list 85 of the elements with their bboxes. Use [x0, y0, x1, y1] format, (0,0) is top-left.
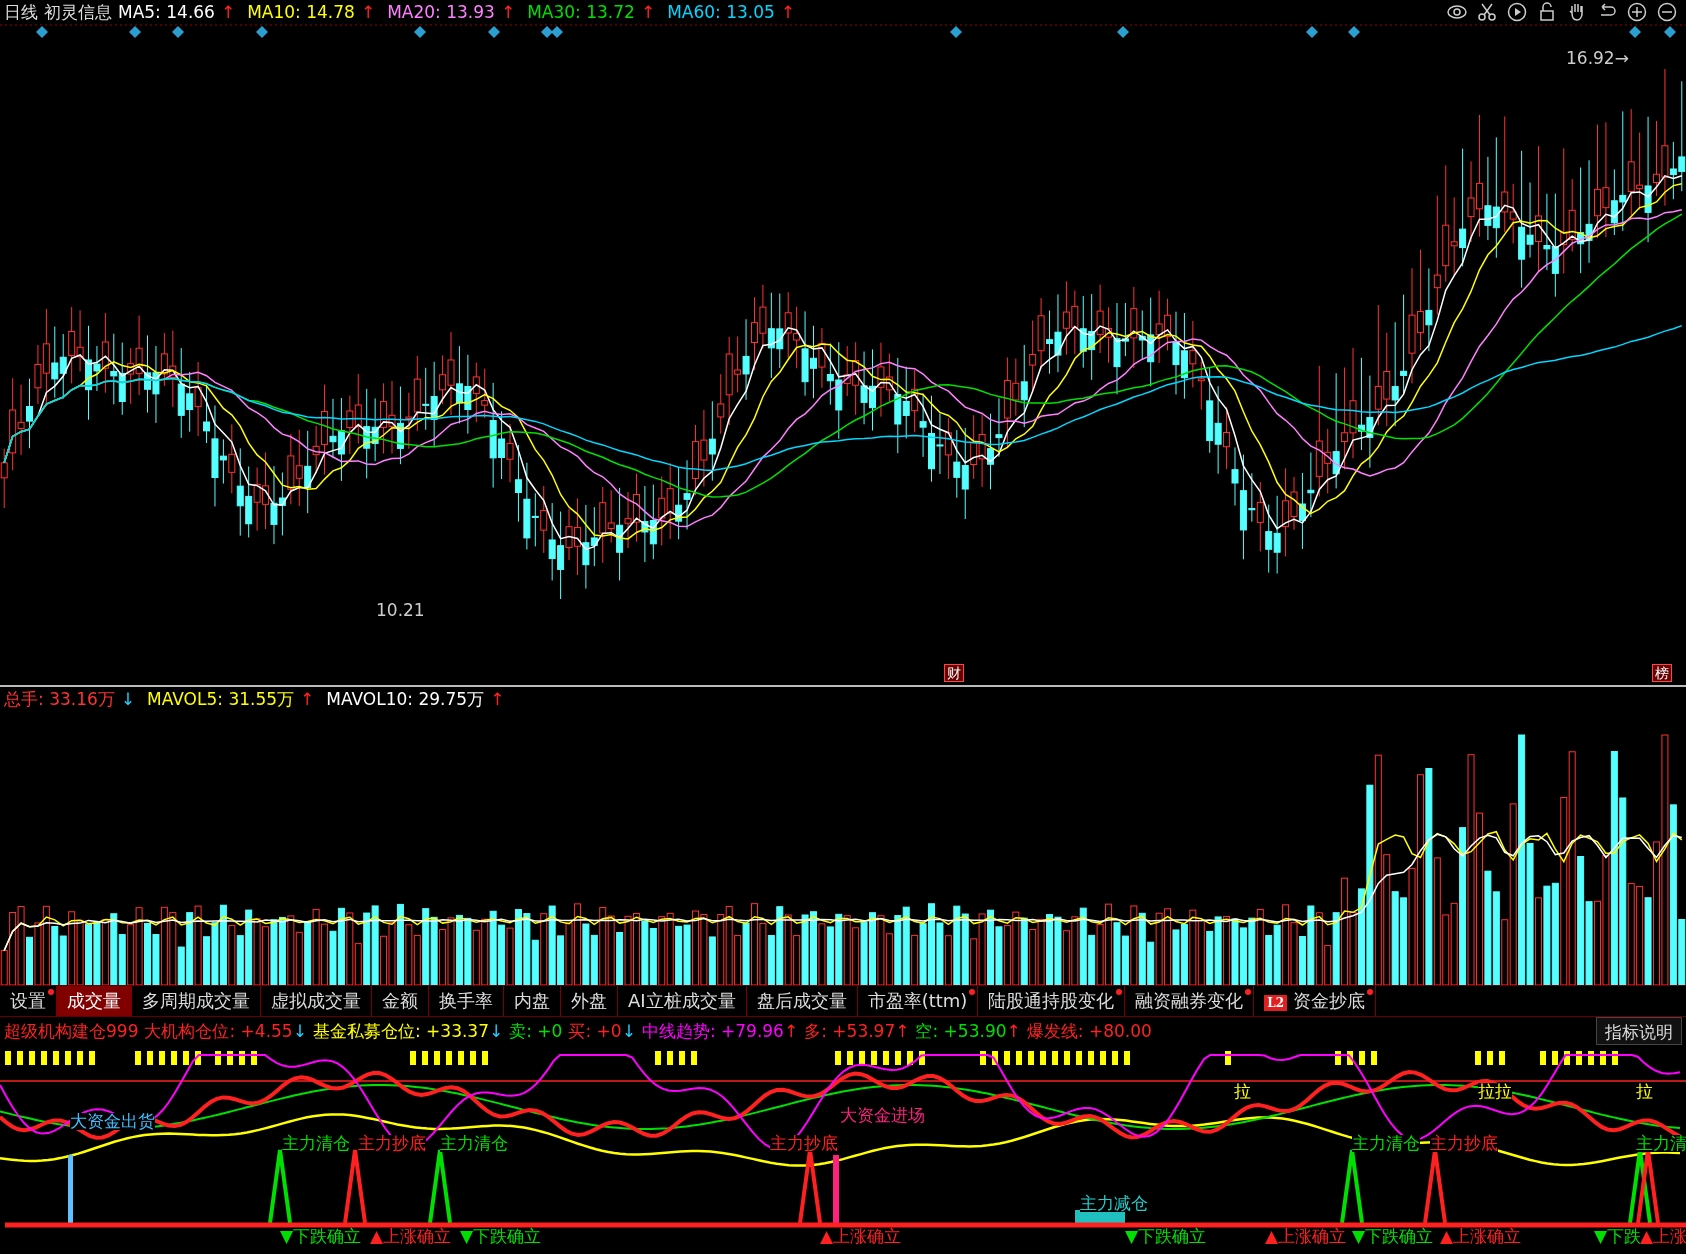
- scissors-icon[interactable]: [1476, 1, 1498, 23]
- signal-label: 主力抄底: [770, 1135, 838, 1152]
- diamond-icon: [541, 26, 553, 38]
- trend-arrow: ↑: [220, 2, 236, 22]
- price-low-label: 10.21: [376, 602, 425, 619]
- diamond-icon: [1629, 26, 1641, 38]
- trend-label: ▼下跌确立: [460, 1228, 542, 1245]
- volume-value: MAVOL5: 31.55万: [147, 689, 295, 709]
- trend-arrow: ↑: [783, 1021, 799, 1041]
- signal-label: 拉拉: [1478, 1083, 1512, 1100]
- trend-label: ▲上涨确立: [820, 1228, 902, 1245]
- trend-arrow: ↓: [120, 689, 136, 709]
- zoom-out-icon[interactable]: [1656, 1, 1678, 23]
- indicator-value: 大机构仓位: +4.55: [144, 1021, 293, 1041]
- trend-arrow: ↓: [621, 1021, 636, 1041]
- volume-value: MAVOL10: 29.75万: [326, 689, 485, 709]
- diamond-icon: [1306, 26, 1318, 38]
- ma-value: MA20: 13.93: [387, 2, 495, 22]
- trend-arrow: ↑: [1006, 1021, 1021, 1041]
- trend-arrow: ↑: [500, 2, 516, 22]
- trend-arrow: ↑: [895, 1021, 910, 1041]
- zoom-in-icon[interactable]: [1626, 1, 1648, 23]
- trend-arrow: ↑: [490, 689, 505, 709]
- indicator-value: 多: +53.97: [804, 1021, 896, 1041]
- signal-label: 主力抄底: [358, 1135, 426, 1152]
- notification-dot: [969, 989, 976, 995]
- notification-dot: [1116, 989, 1123, 995]
- notification-dot: [1367, 989, 1374, 995]
- trend-label: ▼下跌确立: [1352, 1228, 1434, 1245]
- event-marker: 财: [944, 664, 964, 682]
- volume-value: 总手: 33.16万: [4, 689, 115, 709]
- signal-label: 主力减仓: [1080, 1195, 1148, 1212]
- indicator-value: 卖: +0: [509, 1021, 563, 1041]
- diamond-icon: [36, 26, 48, 38]
- signal-label: 主力清: [1636, 1135, 1686, 1152]
- indicator-value: 爆发线: +80.00: [1026, 1021, 1152, 1041]
- signal-label: 主力清仓: [440, 1135, 508, 1152]
- diamond-icon: [1117, 26, 1129, 38]
- level2-badge: L2: [1264, 995, 1288, 1011]
- ma-value: MA60: 13.05: [667, 2, 775, 22]
- signal-label: 主力清仓: [282, 1135, 350, 1152]
- diamond-icon: [1348, 26, 1360, 38]
- diamond-icon: [488, 26, 500, 38]
- signal-label: 大资金进场: [840, 1107, 925, 1124]
- notification-dot: [48, 989, 54, 995]
- signal-label: 拉: [1636, 1083, 1653, 1100]
- diamond-icon: [551, 26, 563, 38]
- signal-label: 大资金出货: [70, 1113, 155, 1130]
- trend-label: ▲上涨: [1640, 1228, 1686, 1245]
- event-marker: 榜: [1652, 664, 1672, 682]
- trend-label: ▼下跌确立: [1125, 1228, 1207, 1245]
- ma-value: MA30: 13.72: [527, 2, 635, 22]
- diamond-icon: [256, 26, 268, 38]
- trend-arrow: ↑: [640, 2, 656, 22]
- diamond-icon: [129, 26, 141, 38]
- indicator-value: 中线趋势: +79.96: [641, 1021, 784, 1041]
- trend-arrow: ↑: [780, 2, 796, 22]
- trend-arrow: ↑: [300, 689, 315, 709]
- diamond-icon: [414, 26, 426, 38]
- play-icon[interactable]: [1506, 1, 1528, 23]
- trend-arrow: ↑: [360, 2, 376, 22]
- ma-value: MA5: 14.66: [118, 2, 215, 22]
- trend-label: ▼下跌确立: [280, 1228, 362, 1245]
- diamond-icon: [172, 26, 184, 38]
- notification-dot: [1245, 989, 1252, 995]
- signal-label: 主力清仓: [1352, 1135, 1420, 1152]
- signal-label: 主力抄底: [1430, 1135, 1498, 1152]
- stock-name: 初灵信息: [44, 1, 112, 24]
- ma-value: MA10: 14.78: [247, 2, 355, 22]
- tab[interactable]: 成交量: [57, 986, 132, 1016]
- trend-arrow: ↓: [292, 1021, 307, 1041]
- indicator-value: 超级机构建仓999: [4, 1021, 139, 1041]
- signal-label: 拉: [1234, 1083, 1251, 1100]
- indicator-value: 买: +0: [568, 1021, 622, 1041]
- period-label: 日线: [4, 1, 38, 24]
- diamond-icon: [1664, 26, 1676, 38]
- trend-label: ▲上涨确立: [1440, 1228, 1522, 1245]
- trend-arrow: ↓: [489, 1021, 504, 1041]
- indicator-value: 基金私募仓位: +33.37: [312, 1021, 489, 1041]
- diamond-icon: [950, 26, 962, 38]
- trend-label: ▲上涨确立: [370, 1228, 452, 1245]
- indicator-help-button[interactable]: 指标说明: [1596, 1017, 1682, 1045]
- price-high-label: 16.92→: [1566, 50, 1629, 67]
- indicator-value: 空: +53.90: [915, 1021, 1007, 1041]
- trend-label: ▲上涨确立: [1265, 1228, 1347, 1245]
